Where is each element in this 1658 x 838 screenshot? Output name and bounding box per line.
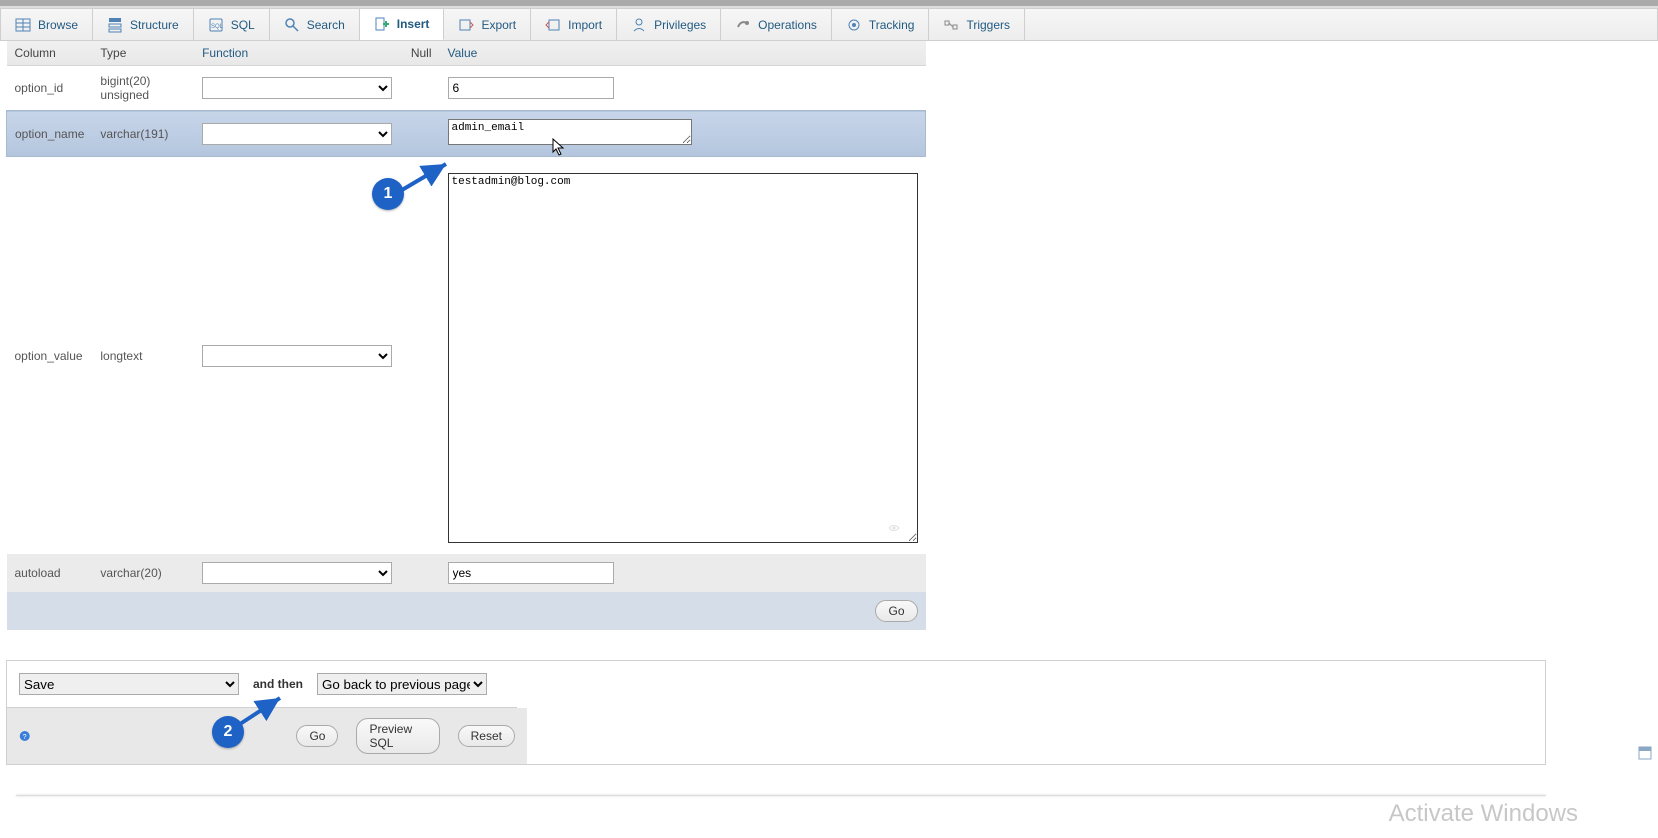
- go-button[interactable]: Go: [875, 600, 917, 622]
- svg-text:?: ?: [23, 733, 27, 741]
- hdr-type: Type: [92, 41, 194, 66]
- tab-operations-label: Operations: [758, 18, 817, 32]
- value-textarea[interactable]: admin_email: [448, 119, 692, 145]
- tab-structure[interactable]: Structure: [93, 9, 194, 40]
- privileges-icon: [631, 17, 647, 33]
- tab-sql-label: SQL: [231, 18, 255, 32]
- tab-import-label: Import: [568, 18, 602, 32]
- insert-table: Column Type Function Null Value option_i…: [6, 41, 926, 630]
- preview-sql-button[interactable]: Preview SQL: [356, 718, 439, 754]
- cell-column: autoload: [7, 554, 93, 592]
- cell-type: varchar(20): [92, 554, 194, 592]
- hdr-value[interactable]: Value: [440, 41, 926, 66]
- tab-export[interactable]: Export: [444, 9, 531, 40]
- tab-tracking[interactable]: Tracking: [832, 9, 930, 40]
- function-select[interactable]: [202, 123, 392, 145]
- hdr-null: Null: [403, 41, 440, 66]
- tab-export-label: Export: [481, 18, 516, 32]
- value-input[interactable]: [448, 77, 614, 99]
- tab-privileges-label: Privileges: [654, 18, 706, 32]
- tab-insert[interactable]: Insert: [360, 9, 445, 40]
- cell-null: [403, 111, 440, 157]
- tab-operations[interactable]: Operations: [721, 9, 832, 40]
- save-select[interactable]: Save: [19, 673, 239, 695]
- cell-null: [403, 157, 440, 555]
- cell-column: option_name: [7, 111, 93, 157]
- value-textarea-large[interactable]: testadmin@blog.com: [448, 173, 918, 543]
- tab-tracking-label: Tracking: [869, 18, 915, 32]
- cell-type: varchar(191): [92, 111, 194, 157]
- cell-type: longtext: [92, 157, 194, 555]
- operations-icon: [735, 17, 751, 33]
- hdr-function[interactable]: Function: [194, 41, 403, 66]
- help-icon[interactable]: ?: [19, 729, 30, 743]
- reset-button[interactable]: Reset: [458, 725, 515, 747]
- table-header-row: Column Type Function Null Value: [7, 41, 926, 66]
- svg-text:SQL: SQL: [211, 24, 224, 30]
- nav-tabs: Browse Structure SQL SQL Search Insert E…: [0, 8, 1658, 41]
- triggers-icon: [943, 17, 959, 33]
- search-icon: [284, 17, 300, 33]
- import-icon: [545, 17, 561, 33]
- table-row: option_id bigint(20) unsigned: [7, 66, 926, 111]
- mouse-cursor-icon: [552, 138, 566, 156]
- tracking-icon: [846, 17, 862, 33]
- and-then-label: and then: [253, 677, 303, 691]
- export-icon: [458, 17, 474, 33]
- function-select[interactable]: [202, 562, 392, 584]
- sql-icon: SQL: [208, 17, 224, 33]
- tab-structure-label: Structure: [130, 18, 179, 32]
- go-button-footer[interactable]: Go: [296, 725, 338, 747]
- cell-null: [403, 554, 440, 592]
- callout-arrow-1: [398, 160, 452, 203]
- hdr-column: Column: [7, 41, 93, 66]
- bottom-divider: [16, 795, 1546, 796]
- cell-null: [403, 66, 440, 111]
- table-row: option_value longtext testadmin@blog.com: [7, 157, 926, 555]
- table-row: option_name varchar(191) admin_email: [7, 111, 926, 157]
- tab-import[interactable]: Import: [531, 9, 617, 40]
- then-select[interactable]: Go back to previous page: [317, 673, 487, 695]
- tab-triggers[interactable]: Triggers: [929, 9, 1025, 40]
- cell-column: option_value: [7, 157, 93, 555]
- windows-activation-watermark: Activate Windows: [1389, 800, 1578, 828]
- cell-column: option_id: [7, 66, 93, 111]
- tab-search[interactable]: Search: [270, 9, 360, 40]
- table-row: autoload varchar(20): [7, 554, 926, 592]
- structure-icon: [107, 17, 123, 33]
- tab-insert-label: Insert: [397, 17, 430, 31]
- tab-privileges[interactable]: Privileges: [617, 9, 721, 40]
- callout-arrow-2: [236, 694, 286, 733]
- function-select[interactable]: [202, 77, 392, 99]
- insert-icon: [374, 16, 390, 32]
- page-settings-mini-icon[interactable]: [1638, 746, 1652, 760]
- value-input[interactable]: [448, 562, 614, 584]
- tab-sql[interactable]: SQL SQL: [194, 9, 270, 40]
- tab-triggers-label: Triggers: [966, 18, 1010, 32]
- resize-watermark-icon: [886, 520, 902, 536]
- tab-search-label: Search: [307, 18, 345, 32]
- cell-type: bigint(20) unsigned: [92, 66, 194, 111]
- tab-browse-label: Browse: [38, 18, 78, 32]
- tab-browse[interactable]: Browse: [1, 9, 93, 40]
- go-row: Go: [7, 592, 926, 630]
- table-icon: [15, 17, 31, 33]
- function-select[interactable]: [202, 345, 392, 367]
